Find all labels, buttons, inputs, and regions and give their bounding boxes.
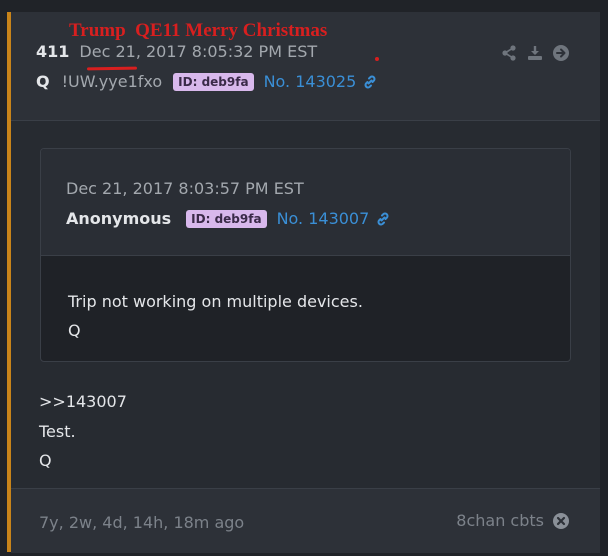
post-number-link[interactable]: No. 143025 [264, 72, 379, 91]
close-circle-icon[interactable] [552, 512, 570, 530]
quoted-post: Dec 21, 2017 8:03:57 PM EST Anonymous ID… [40, 148, 571, 362]
quoted-post-body: Trip not working on multiple devices. Q [68, 287, 363, 345]
annotation-dot [375, 57, 379, 61]
quoted-post-id-badge[interactable]: ID: deb9fa [186, 209, 267, 228]
post-reply-reference[interactable]: >>143007 [39, 387, 127, 417]
post-card: Trump QE11 Merry Christmas 411 Dec 21, 20… [7, 12, 600, 553]
share-icon[interactable] [500, 44, 518, 62]
post-body: >>143007 Test. Q [39, 387, 127, 476]
post-footer: 7y, 2w, 4d, 14h, 18m ago 8chan cbts [11, 488, 600, 553]
annotation-underline [86, 66, 138, 71]
arrow-right-circle-icon[interactable] [552, 44, 570, 62]
post-author-row: Q !UW.yye1fxo ID: deb9fa No. 143025 [36, 72, 378, 91]
quoted-post-number-link[interactable]: No. 143007 [277, 209, 392, 228]
post-age: 7y, 2w, 4d, 14h, 18m ago [39, 513, 245, 532]
link-icon[interactable] [375, 211, 391, 227]
post-datetime: Dec 21, 2017 8:05:32 PM EST [79, 42, 318, 61]
post-meta-row: 411 Dec 21, 2017 8:05:32 PM EST [36, 42, 317, 61]
quoted-post-author-row: Anonymous ID: deb9fa No. 143007 [66, 209, 391, 228]
quoted-post-author: Anonymous [66, 209, 172, 228]
quoted-post-header: Dec 21, 2017 8:03:57 PM EST Anonymous ID… [41, 149, 570, 256]
post-number: 411 [36, 42, 70, 61]
post-tripcode: !UW.yye1fxo [61, 72, 163, 91]
post-body-line: Test. [39, 421, 76, 441]
download-icon[interactable] [526, 44, 544, 62]
quoted-post-link-text: No. 143007 [276, 209, 370, 228]
post-body-line: Q [39, 451, 52, 470]
quoted-post-line: Trip not working on multiple devices. [68, 292, 363, 311]
post-board: 8chan cbts [456, 511, 570, 530]
quoted-post-line: Q [68, 321, 81, 340]
link-icon[interactable] [362, 74, 378, 90]
quoted-post-datetime: Dec 21, 2017 8:03:57 PM EST [66, 179, 304, 198]
post-author: Q [36, 72, 50, 91]
post-link-text: No. 143025 [263, 72, 357, 91]
post-actions [500, 44, 570, 62]
board-name: 8chan cbts [456, 511, 544, 530]
post-id-badge[interactable]: ID: deb9fa [173, 72, 254, 91]
post-header: Trump QE11 Merry Christmas 411 Dec 21, 20… [11, 12, 600, 121]
annotation-text: Trump QE11 Merry Christmas [69, 20, 328, 41]
